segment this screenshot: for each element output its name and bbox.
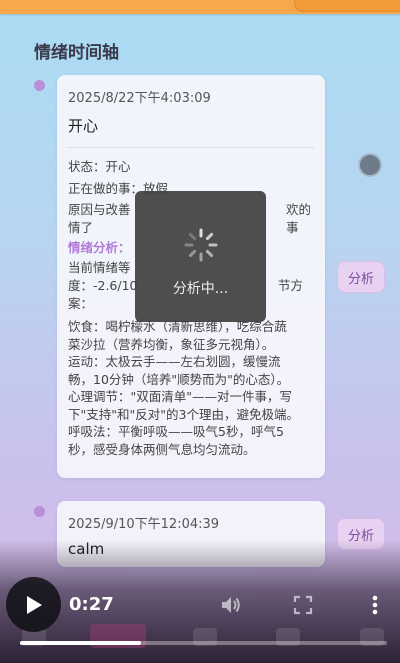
volume-icon[interactable] <box>219 593 243 617</box>
entry-status: 状态：开心 <box>68 159 131 174</box>
entry-reason-start: 原因与改善 <box>68 202 131 217</box>
tip-line: 呼吸法：平衡呼吸——吸气5秒，呼气5 <box>68 424 284 439</box>
loading-text: 分析中... <box>172 281 229 297</box>
play-icon <box>26 595 42 614</box>
video-progress-fill <box>20 641 142 645</box>
divider <box>68 147 314 148</box>
analyze-button[interactable]: 分析 <box>337 261 385 293</box>
entry-date: 2025/8/22下午4:03:09 <box>68 91 211 106</box>
floating-assist-button[interactable] <box>358 153 382 177</box>
top-bar-pill[interactable] <box>294 0 400 12</box>
analysis-line-2-start: 度：-2.6/10 <box>68 278 138 293</box>
tip-line: 畅，10分钟（培养"顺势而为"的心态）。 <box>68 371 290 387</box>
entry-reason-end: 欢的事 <box>286 202 312 235</box>
timeline-dot <box>34 80 45 91</box>
tip-line: 运动：太极云手——左右划圆，缓慢流 <box>68 354 281 369</box>
top-bar <box>0 0 400 14</box>
loading-overlay: 分析中... <box>135 191 266 322</box>
video-time: 0:27 <box>69 594 114 615</box>
play-button[interactable] <box>6 577 61 632</box>
entry-date: 2025/9/10下午12:04:39 <box>68 517 220 532</box>
tip-line: 下"支持"和"反对"的3个理由，避免极端。 <box>68 406 299 422</box>
fullscreen-icon[interactable] <box>291 593 315 617</box>
tips-block: 饮食：喝柠檬水（清新思维），吃综合蔬 菜沙拉（营养均衡，象征多元视角）。 运动：… <box>68 318 314 458</box>
timeline-dot <box>34 506 45 517</box>
spinner-icon <box>184 228 218 262</box>
tip-line: 心理调节："双面清单"——对一件事，写 <box>68 389 292 404</box>
page-title: 情绪时间轴 <box>34 43 119 63</box>
tip-line: 秒，感受身体两侧气息均匀流动。 <box>68 441 256 457</box>
more-vert-icon[interactable] <box>363 593 387 617</box>
video-progress-bar[interactable] <box>20 641 387 645</box>
tip-line: 菜沙拉（营养均衡，象征多元视角）。 <box>68 336 275 352</box>
entry-emotion: 开心 <box>68 117 99 135</box>
analysis-line-2-end: 节方 <box>278 278 304 293</box>
